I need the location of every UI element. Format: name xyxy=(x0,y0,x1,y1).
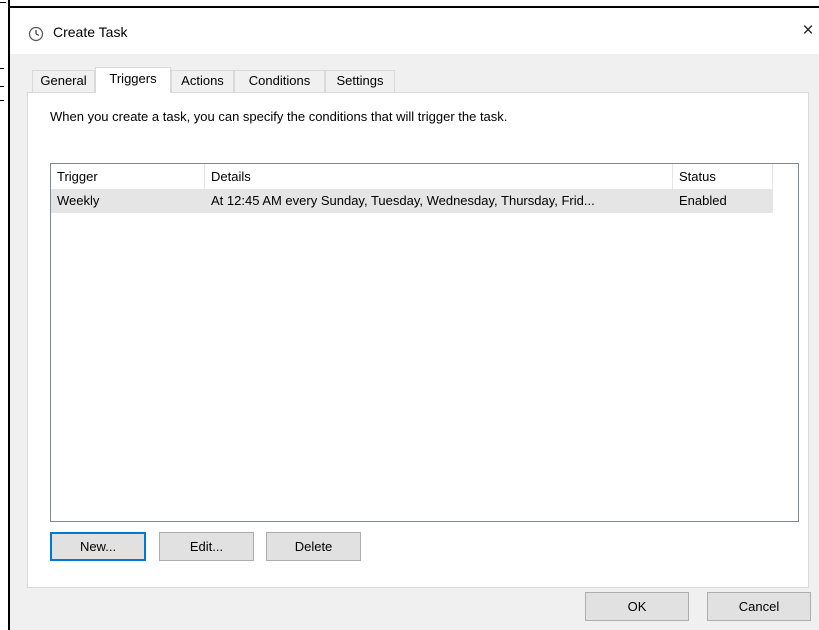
column-header-status[interactable]: Status xyxy=(673,164,773,189)
tab-general[interactable]: General xyxy=(32,70,95,92)
background-window-fragment xyxy=(0,0,10,120)
title-bar[interactable]: Create Task × xyxy=(10,8,819,54)
close-button[interactable]: × xyxy=(797,16,819,46)
background-window-edge xyxy=(0,0,10,630)
triggers-panel: When you create a task, you can specify … xyxy=(27,92,809,588)
cancel-button[interactable]: Cancel xyxy=(707,592,811,621)
table-row[interactable]: Weekly At 12:45 AM every Sunday, Tuesday… xyxy=(51,189,773,213)
new-trigger-button[interactable]: New... xyxy=(50,532,146,561)
list-header: Trigger Details Status xyxy=(51,164,798,189)
tab-triggers[interactable]: Triggers xyxy=(95,67,171,93)
column-header-details[interactable]: Details xyxy=(205,164,673,189)
tab-actions[interactable]: Actions xyxy=(171,70,234,92)
column-header-trigger[interactable]: Trigger xyxy=(51,164,205,189)
cell-trigger: Weekly xyxy=(57,193,100,208)
tab-settings[interactable]: Settings xyxy=(325,70,395,92)
screenshot-frame: Create Task × General Triggers Actions C… xyxy=(0,0,819,630)
triggers-list[interactable]: Trigger Details Status Weekly At 12:45 A… xyxy=(50,163,799,522)
cell-details: At 12:45 AM every Sunday, Tuesday, Wedne… xyxy=(211,193,595,208)
create-task-dialog: Create Task × General Triggers Actions C… xyxy=(10,8,819,630)
delete-trigger-button[interactable]: Delete xyxy=(266,532,361,561)
window-title: Create Task xyxy=(53,24,128,40)
edit-trigger-button[interactable]: Edit... xyxy=(159,532,254,561)
cell-status: Enabled xyxy=(679,193,727,208)
triggers-description: When you create a task, you can specify … xyxy=(50,109,508,124)
close-icon: × xyxy=(802,20,814,41)
clock-icon xyxy=(28,26,44,42)
ok-button[interactable]: OK xyxy=(585,592,689,621)
tab-conditions[interactable]: Conditions xyxy=(234,70,325,92)
